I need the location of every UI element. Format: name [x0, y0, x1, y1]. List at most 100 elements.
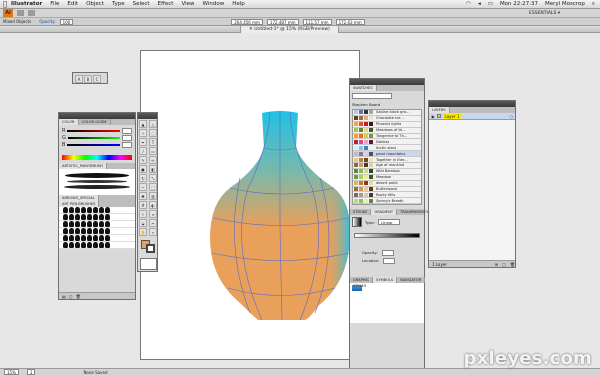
scale-tool-icon[interactable]: ⤡ [149, 174, 157, 182]
delete-layer-icon[interactable]: 🗑 [510, 262, 515, 267]
tab-artistic-brushes[interactable]: ARTISTIC_PAINTBRUSH [59, 163, 107, 169]
fill-stroke-swatch[interactable] [140, 239, 155, 253]
blob-brush-tool-icon[interactable]: ● [139, 165, 147, 173]
screen-mode-button[interactable] [140, 258, 157, 270]
swatch-chip[interactable] [359, 151, 363, 156]
artistic-brush-list[interactable] [59, 169, 135, 195]
swatch-chip[interactable] [359, 157, 363, 162]
clock[interactable]: Mon 22:27:37 [500, 1, 538, 7]
apple-icon[interactable]:  [3, 0, 11, 8]
menu-app[interactable]: Illustrator [11, 1, 42, 7]
tool-a-icon[interactable]: A [75, 75, 83, 83]
swatch-chip[interactable] [359, 134, 363, 138]
menu-object[interactable]: Object [86, 1, 104, 7]
swatch-chip[interactable] [359, 187, 363, 192]
menu-effect[interactable]: Effect [158, 1, 174, 7]
swatch-chip[interactable] [364, 181, 368, 186]
swatch-chip[interactable] [369, 116, 373, 121]
menu-select[interactable]: Select [133, 1, 150, 7]
swatch-chip[interactable] [359, 175, 363, 180]
pen-brush-grid[interactable] [59, 207, 135, 249]
y-field[interactable]: 172.487 mm [266, 18, 299, 25]
swatch-chip[interactable] [364, 128, 368, 133]
gradient-preview[interactable] [352, 217, 362, 228]
swatch-chip[interactable] [369, 187, 373, 192]
eyedropper-tool-icon[interactable]: ⌇ [139, 210, 147, 218]
swatch-chip[interactable] [354, 139, 358, 144]
arrange-docs-icon[interactable] [28, 10, 35, 16]
swatch-chip[interactable] [359, 116, 363, 121]
tab-stroke[interactable]: STROKE [350, 209, 372, 216]
user-name[interactable]: Meryl Moscrop [545, 1, 585, 7]
swatch-chip[interactable] [354, 110, 358, 115]
gradient-slider[interactable] [354, 233, 420, 239]
brush-stroke-2[interactable] [67, 180, 127, 183]
g-slider[interactable] [67, 136, 120, 139]
swatch-chip[interactable] [354, 145, 358, 150]
warp-tool-icon[interactable]: ~ [139, 183, 147, 191]
stroke-color[interactable] [146, 244, 155, 253]
zoom-tool-icon[interactable]: ⌕ [149, 228, 157, 236]
swatch-chip[interactable] [359, 139, 363, 144]
swatch-chip[interactable] [369, 139, 373, 144]
swatch-chip[interactable] [364, 163, 368, 168]
swatch-chip[interactable] [369, 198, 373, 203]
swatch-chip[interactable] [369, 122, 373, 127]
swatch-chip[interactable] [364, 116, 368, 121]
swatch-chip[interactable] [364, 192, 368, 197]
menu-help[interactable]: Help [232, 1, 245, 7]
swatch-chip[interactable] [354, 187, 358, 192]
height-field[interactable]: 172.63 mm [335, 18, 365, 25]
swatch-chip[interactable] [364, 151, 368, 156]
selection-tool-icon[interactable]: ▲ [139, 120, 147, 128]
library-menu-icon[interactable]: ▤ [62, 294, 66, 299]
brush-stroke-1[interactable] [65, 173, 129, 178]
swatch-chip[interactable] [364, 187, 368, 192]
gradient-location-field[interactable] [383, 258, 396, 265]
swatch-chip[interactable] [369, 192, 373, 197]
swatch-chip[interactable] [369, 151, 373, 156]
bridge-icon[interactable] [17, 10, 24, 16]
swatch-chip[interactable] [364, 157, 368, 162]
b-field[interactable] [122, 141, 132, 148]
mesh-tool-icon[interactable]: # [139, 201, 147, 209]
rectangle-tool-icon[interactable]: ▭ [149, 147, 157, 155]
menu-file[interactable]: File [50, 1, 59, 7]
delete-brush-icon[interactable]: 🗑 [76, 294, 81, 299]
b-slider[interactable] [67, 143, 120, 146]
brush-stroke-3[interactable] [64, 185, 130, 189]
pen-tool-icon[interactable]: ✒ [139, 138, 147, 146]
swatch-chip[interactable] [364, 134, 368, 138]
swatch-chip[interactable] [354, 198, 358, 203]
line-tool-icon[interactable]: / [139, 147, 147, 155]
swatch-chip[interactable] [359, 122, 363, 127]
swatch-chip[interactable] [354, 169, 358, 174]
gradient-tool-icon[interactable]: ◐ [149, 201, 157, 209]
lasso-tool-icon[interactable]: ◌ [149, 129, 157, 137]
swatch-chip[interactable] [359, 181, 363, 186]
wifi-icon[interactable]: ◠ [466, 1, 471, 7]
swatch-chip[interactable] [369, 110, 373, 115]
artboard-nav-field[interactable]: 1 [26, 369, 36, 375]
swatch-chip[interactable] [354, 181, 358, 186]
swatch-chip[interactable] [364, 110, 368, 115]
swatch-search-input[interactable] [352, 93, 392, 99]
direct-select-tool-icon[interactable]: △ [149, 120, 157, 128]
layer-name[interactable]: Layer 1 [442, 113, 462, 119]
swatch-chip[interactable] [354, 122, 358, 127]
document-tab[interactable]: ✕ Untitled-1* @ 15% (RGB/Preview) [240, 26, 339, 33]
swatch-chip[interactable] [364, 175, 368, 180]
swatch-chip[interactable] [369, 163, 373, 168]
swatch-chip[interactable] [354, 192, 358, 197]
tool-b-icon[interactable]: B [84, 75, 92, 83]
swatch-chip[interactable] [369, 157, 373, 162]
width-field[interactable]: 111.57 mm [302, 18, 332, 25]
symbols-list[interactable] [350, 283, 424, 324]
new-sublayer-icon[interactable]: ⊞ [495, 262, 498, 267]
pencil-tool-icon[interactable]: ✏ [149, 156, 157, 164]
battery-icon[interactable]: ▭ [488, 1, 493, 7]
swatch-chip[interactable] [359, 110, 363, 115]
r-field[interactable] [122, 127, 132, 134]
tab-swatches[interactable]: SWATCHES [350, 85, 377, 91]
swatch-library-select[interactable]: Stephen Board [350, 101, 424, 108]
